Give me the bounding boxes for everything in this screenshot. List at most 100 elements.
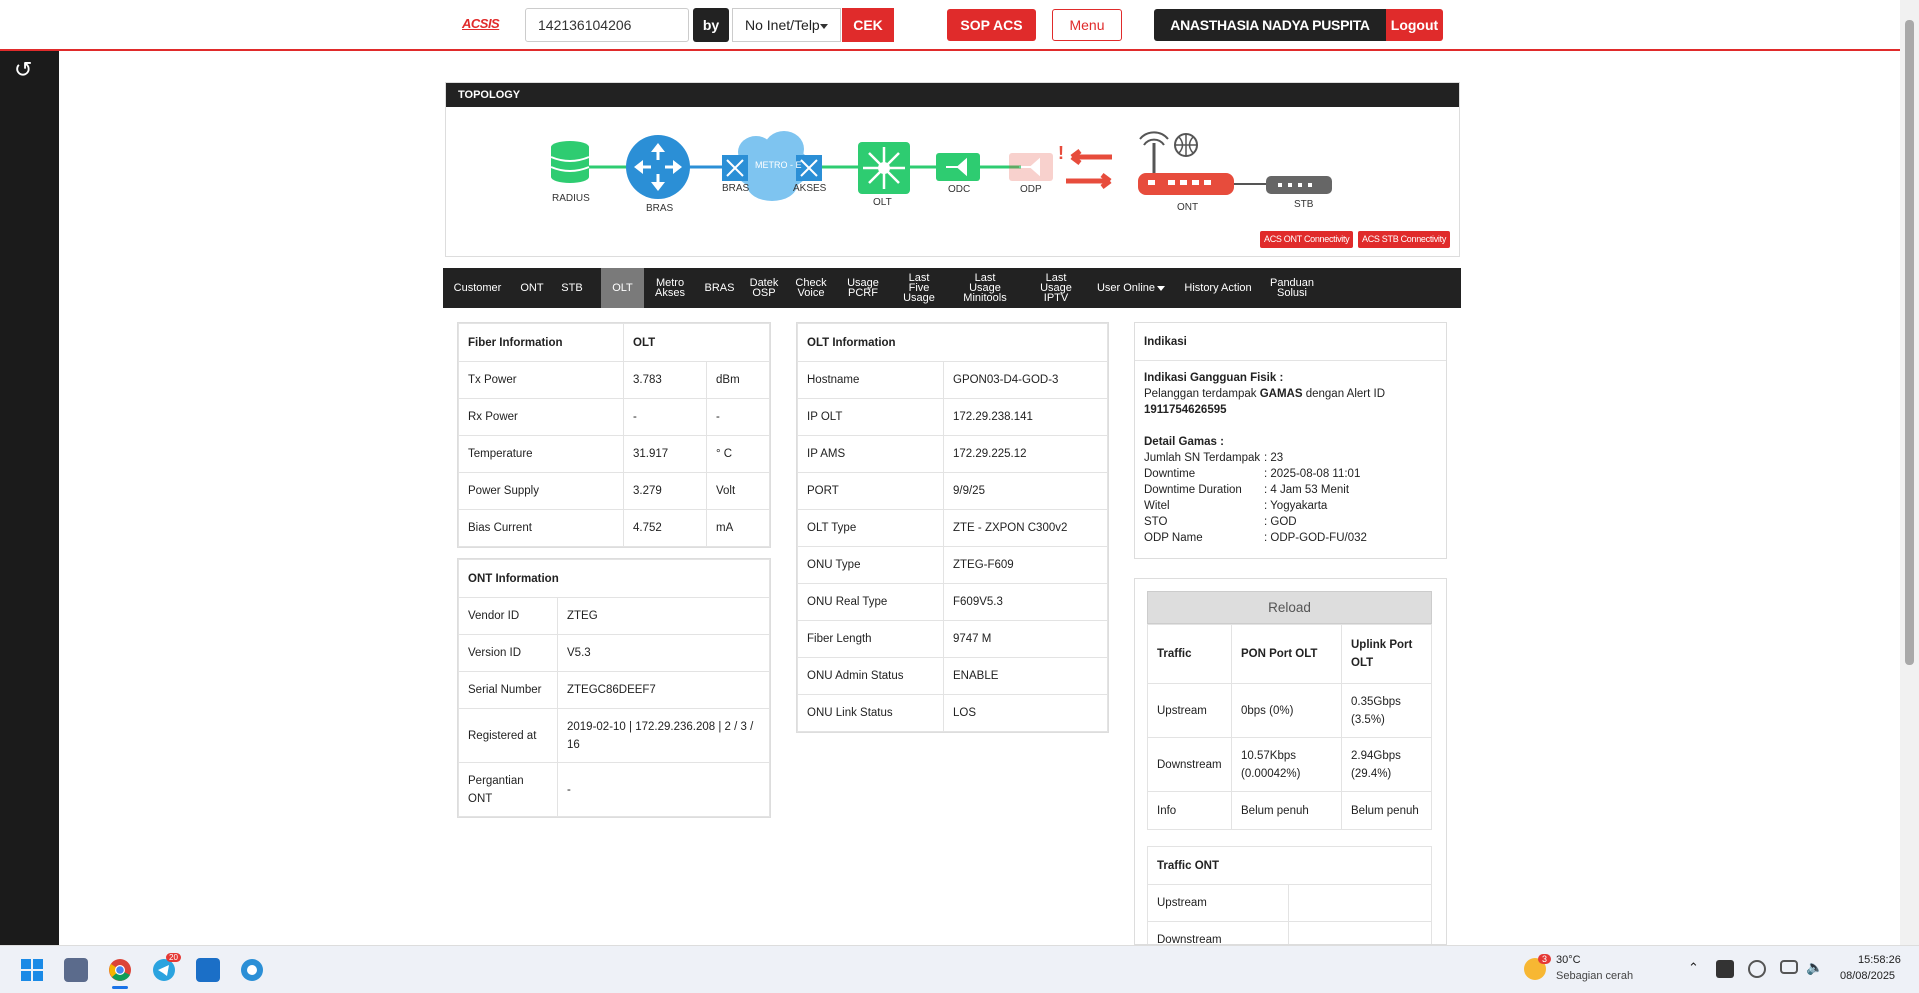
fiber-label: Bias Current	[458, 509, 624, 547]
fiber-unit: -	[706, 398, 770, 436]
acsis-logo[interactable]: ACSIS	[462, 16, 500, 31]
table-row: Fiber Length 9747 M	[797, 620, 1108, 658]
network-icon[interactable]	[1780, 960, 1798, 974]
tab-customer[interactable]: Customer	[443, 268, 512, 308]
table-row: Info Belum penuh Belum penuh	[1147, 791, 1432, 830]
indikasi-panel: Indikasi Indikasi Gangguan Fisik : Pelan…	[1134, 322, 1447, 559]
gamas-keyword: GAMAS	[1259, 388, 1303, 400]
search-input[interactable]: 142136104206	[525, 8, 689, 42]
vpn-icon[interactable]	[240, 958, 264, 982]
table-row: Upstream 0bps (0%) 0.35Gbps (3.5%)	[1147, 683, 1432, 738]
traffic-panel: Reload Traffic PON Port OLT Uplink Port …	[1134, 578, 1447, 945]
telegram-icon[interactable]: 20	[152, 953, 181, 982]
active-app-indicator	[112, 986, 128, 989]
left-sidebar: ↺	[0, 51, 59, 945]
topology-panel: TOPOLOGY ! RADIUS BRAS BRAS METRO - E AK…	[445, 82, 1460, 257]
traffic-label: Downstream	[1147, 737, 1232, 792]
table-row: ONU Real Type F609V5.3	[797, 583, 1108, 621]
traffic-ont-label: Downstream	[1147, 921, 1289, 944]
detail-value: : GOD	[1264, 516, 1297, 528]
top-bar: ACSIS 142136104206 by No Inet/Telp CEK S…	[0, 0, 1900, 65]
tab-stb[interactable]: STB	[552, 268, 592, 308]
fiber-unit: ° C	[706, 435, 770, 473]
clock-time[interactable]: 15:58:26	[1858, 954, 1901, 966]
olt-information-panel: OLT Information Hostname GPON03-D4-GOD-3 …	[796, 322, 1109, 733]
logout-button[interactable]: Logout	[1386, 9, 1443, 41]
tab-usage-pcrf[interactable]: Usage PCRF	[837, 268, 889, 308]
tab-user-online[interactable]: User Online	[1091, 268, 1175, 308]
user-name-button[interactable]: ANASTHASIA NADYA PUSPITA SARI	[1154, 9, 1386, 65]
tab-olt[interactable]: OLT	[601, 268, 644, 308]
speaker-icon[interactable]: 🔈	[1806, 959, 1823, 976]
olt-value: ZTE - ZXPON C300v2	[943, 509, 1108, 547]
gamas-line-suffix: dengan Alert ID	[1302, 388, 1386, 400]
table-row: Downstream	[1147, 921, 1432, 944]
tab-last-usage-iptv[interactable]: Last Usage IPTV	[1021, 268, 1091, 308]
tab-datek-osp[interactable]: Datek OSP	[743, 268, 785, 308]
table-row: ONU Admin Status ENABLE	[797, 657, 1108, 695]
ont-router-icon	[1138, 131, 1234, 195]
table-row: Temperature 31.917 ° C	[458, 435, 770, 473]
node-label-bras: BRAS	[646, 203, 674, 214]
tab-check-voice[interactable]: Check Voice	[785, 268, 837, 308]
ont-value: V5.3	[557, 634, 770, 672]
olt-label: OLT Type	[797, 509, 944, 547]
table-row: IP AMS 172.29.225.12	[797, 435, 1108, 473]
olt-label: ONU Link Status	[797, 694, 944, 732]
traffic-header: Traffic	[1147, 624, 1232, 684]
reload-button[interactable]: Reload	[1147, 591, 1432, 624]
tab-panduan-solusi[interactable]: Panduan Solusi	[1261, 268, 1323, 308]
cloud-sync-icon[interactable]	[1748, 960, 1766, 978]
sop-acs-button[interactable]: SOP ACS	[947, 9, 1036, 41]
detail-label: Jumlah SN Terdampak	[1144, 452, 1261, 464]
ont-info-header: ONT Information	[458, 559, 770, 598]
detail-row: STO: GOD	[1144, 514, 1437, 530]
acs-ont-connectivity-button[interactable]: ACS ONT Connectivity	[1260, 231, 1354, 248]
node-label-ont: ONT	[1177, 202, 1199, 213]
olt-value: 9747 M	[943, 620, 1108, 658]
menu-button[interactable]: Menu	[1052, 9, 1122, 41]
tab-last-five-usage[interactable]: Last Five Usage	[889, 268, 949, 308]
detail-label: Witel	[1144, 500, 1170, 512]
notepad-icon[interactable]	[196, 958, 220, 982]
scrollbar-thumb[interactable]	[1905, 20, 1914, 665]
bras-router-icon	[626, 135, 690, 199]
tab-bras[interactable]: BRAS	[696, 268, 743, 308]
fiber-value: 3.279	[623, 472, 707, 510]
table-row: Version ID V5.3	[458, 634, 770, 672]
uplink-port-header: Uplink Port OLT	[1341, 624, 1432, 684]
windows-start-icon[interactable]	[20, 958, 44, 982]
traffic-label: Upstream	[1147, 683, 1232, 738]
node-label-akses: AKSES	[793, 183, 827, 194]
ont-value: -	[557, 762, 770, 817]
tab-history-action[interactable]: History Action	[1175, 268, 1261, 308]
chrome-icon[interactable]	[108, 958, 132, 982]
chevron-up-icon[interactable]: ⌃	[1688, 960, 1699, 976]
traffic-ont-value	[1288, 884, 1432, 922]
olt-label: Hostname	[797, 361, 944, 399]
alert-id: 1911754626595	[1144, 404, 1227, 416]
cek-button[interactable]: CEK	[842, 8, 894, 42]
clock-date[interactable]: 08/08/2025	[1840, 970, 1895, 982]
tab-metro-akses[interactable]: Metro Akses	[644, 268, 696, 308]
ont-value: 2019-02-10 | 172.29.236.208 | 2 / 3 / 16	[557, 708, 770, 763]
acs-stb-connectivity-button[interactable]: ACS STB Connectivity	[1358, 231, 1451, 248]
app-icon[interactable]	[64, 958, 88, 982]
olt-value: F609V5.3	[943, 583, 1108, 621]
detail-value: : 4 Jam 53 Menit	[1264, 484, 1350, 496]
node-label-stb: STB	[1294, 199, 1314, 210]
uplink-value: 2.94Gbps (29.4%)	[1341, 737, 1432, 792]
weather-desc: Sebagian cerah	[1556, 970, 1634, 982]
table-row: Power Supply 3.279 Volt	[458, 472, 770, 510]
tab-bar: Customer ONT STB OLT Metro Akses BRAS Da…	[443, 268, 1461, 308]
search-type-select[interactable]: No Inet/Telp	[732, 8, 841, 42]
ont-value: ZTEG	[557, 597, 770, 635]
tab-ont[interactable]: ONT	[512, 268, 552, 308]
table-row: Vendor ID ZTEG	[458, 597, 770, 635]
back-icon[interactable]: ↺	[14, 57, 32, 83]
tab-last-usage-minitools[interactable]: Last Usage Minitools	[949, 268, 1021, 308]
fiber-unit: dBm	[706, 361, 770, 399]
scrollbar[interactable]	[1900, 0, 1919, 945]
tray-app-icon[interactable]	[1716, 960, 1734, 978]
pon-value: Belum penuh	[1231, 791, 1342, 830]
